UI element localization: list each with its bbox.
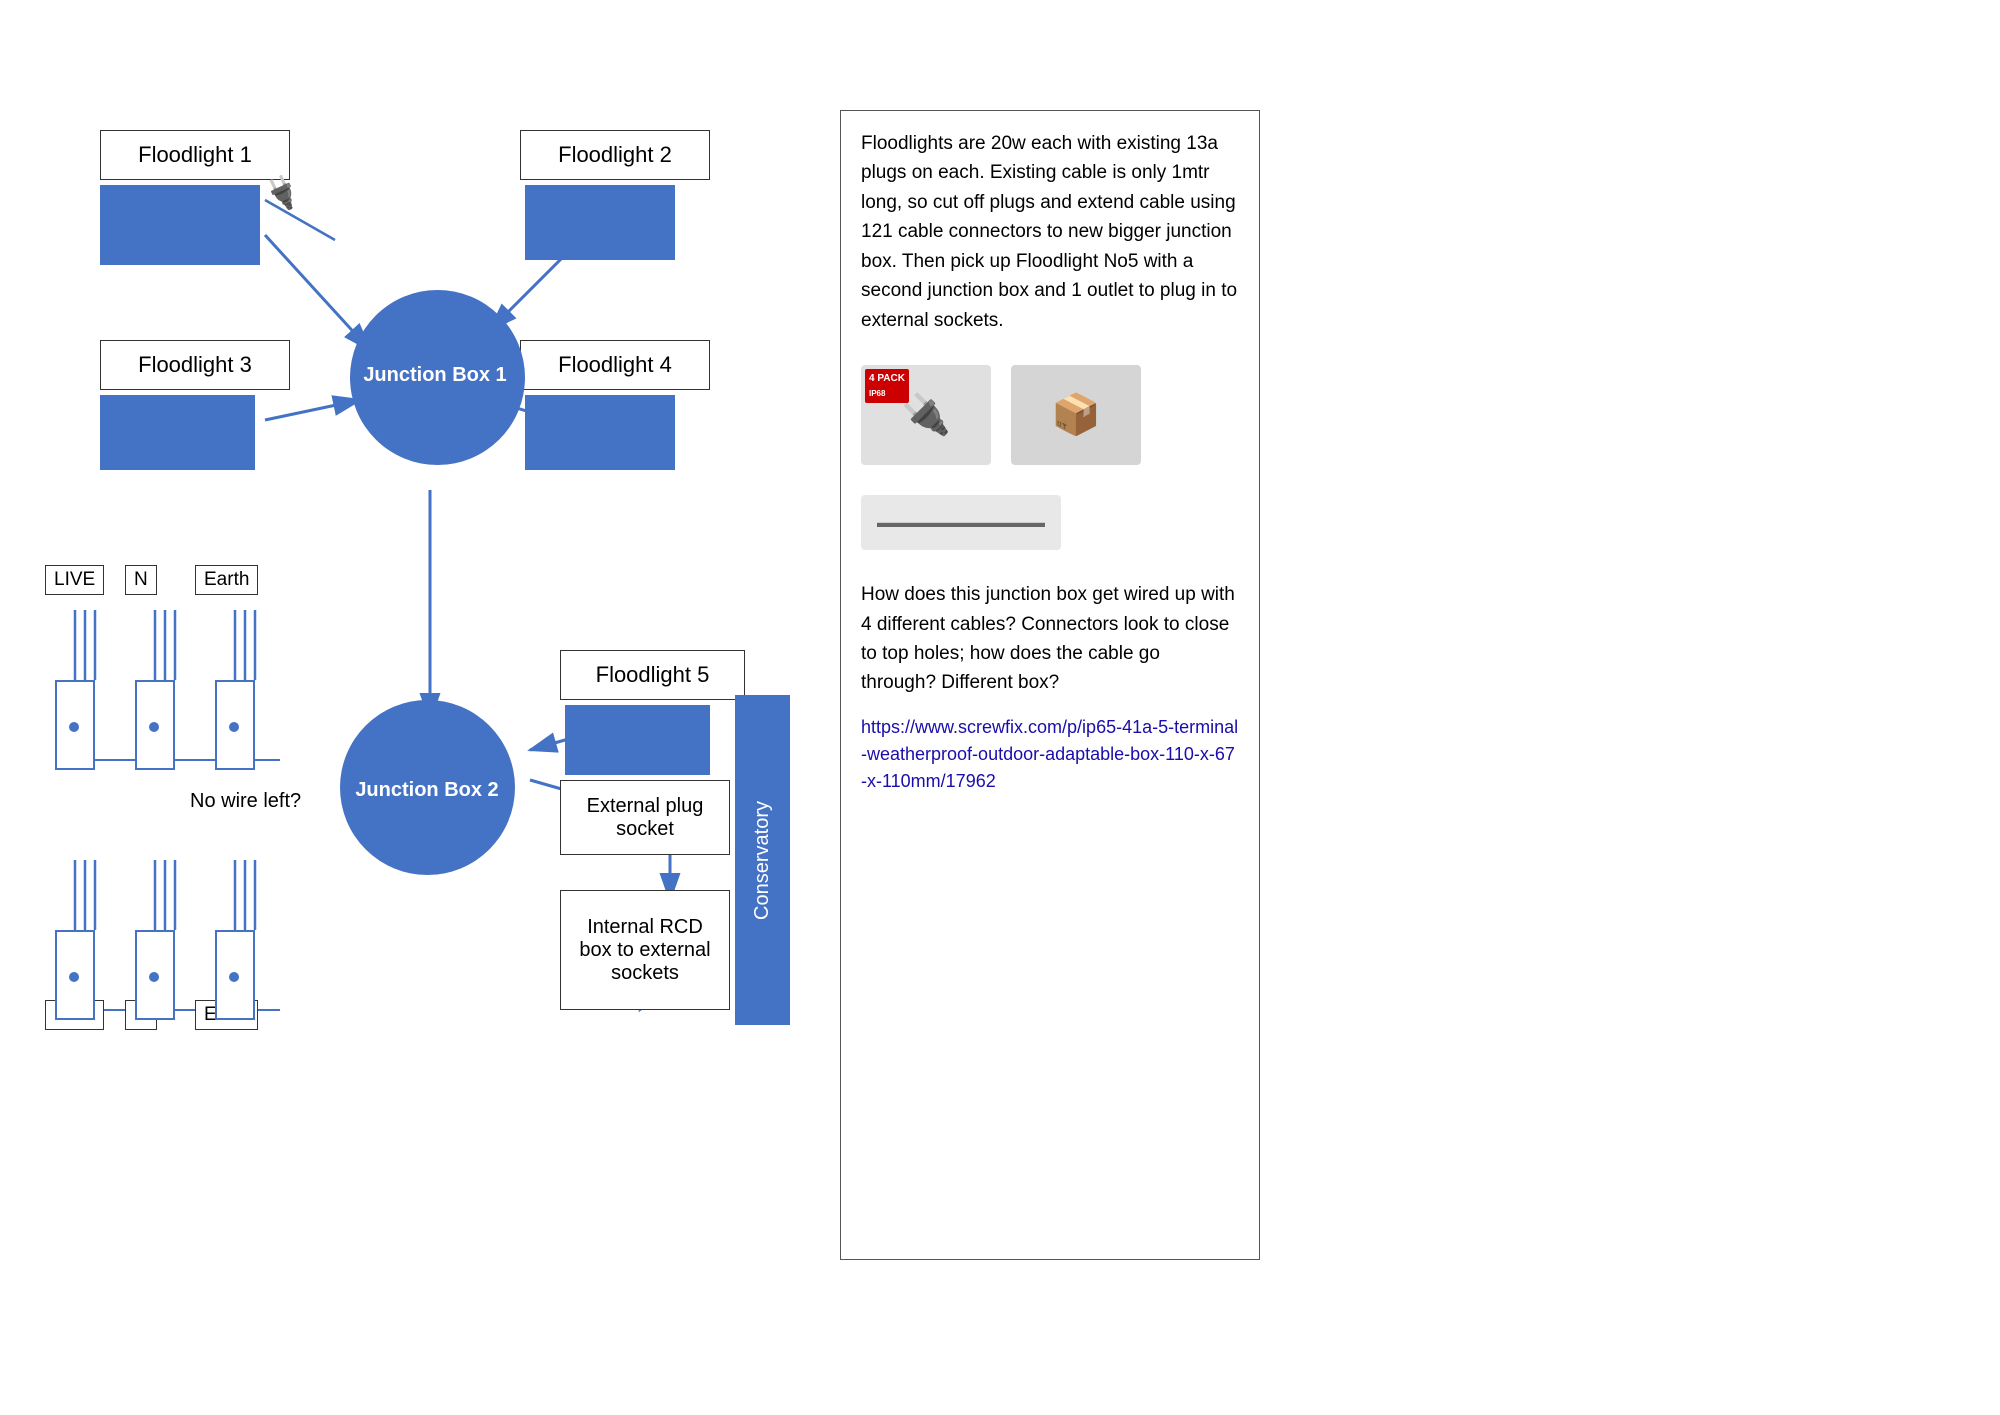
info-question-text: How does this junction box get wired up … <box>861 580 1239 698</box>
internal-rcd-label: Internal RCD box to external sockets <box>560 890 730 1010</box>
junction-box-image: 📦 <box>1011 365 1141 465</box>
floodlight4-rect <box>525 395 675 470</box>
earth-label-top: Earth <box>195 565 258 595</box>
n-label-top: N <box>125 565 157 595</box>
floodlight3-rect <box>100 395 255 470</box>
junction-box1-label: Junction Box 1 <box>330 330 540 420</box>
no-wire-label: No wire left? <box>190 790 301 813</box>
wire-box-earth-2 <box>215 930 255 1020</box>
conservatory-box: Conservatory <box>735 695 790 1025</box>
floodlight5-rect <box>565 705 710 775</box>
external-plug-label: External plug socket <box>560 780 730 855</box>
junction-box2-label: Junction Box 2 <box>322 745 532 835</box>
wire-box-n-2 <box>135 930 175 1020</box>
conservatory-label: Conservatory <box>751 801 774 920</box>
floodlight1-label: Floodlight 1 <box>100 130 290 180</box>
wire-box-live-1 <box>55 680 95 770</box>
terminal-strip-image: ▬▬▬▬▬▬▬▬▬▬▬▬ <box>861 495 1061 550</box>
floodlight4-label: Floodlight 4 <box>520 340 710 390</box>
wire-box-n-1 <box>135 680 175 770</box>
floodlight3-label: Floodlight 3 <box>100 340 290 390</box>
info-main-text: Floodlights are 20w each with existing 1… <box>861 129 1239 335</box>
floodlight1-rect <box>100 185 260 265</box>
floodlight2-label: Floodlight 2 <box>520 130 710 180</box>
info-panel: Floodlights are 20w each with existing 1… <box>840 110 1260 1260</box>
wire-box-live-2 <box>55 930 95 1020</box>
floodlight5-label: Floodlight 5 <box>560 650 745 700</box>
floodlight2-rect <box>525 185 675 260</box>
info-link-text: https://www.screwfix.com/p/ip65-41a-5-te… <box>861 714 1239 795</box>
wire-box-earth-1 <box>215 680 255 770</box>
connector-image: 4 PACKIP68 🔌 <box>861 365 991 465</box>
live-label-top: LIVE <box>45 565 104 595</box>
